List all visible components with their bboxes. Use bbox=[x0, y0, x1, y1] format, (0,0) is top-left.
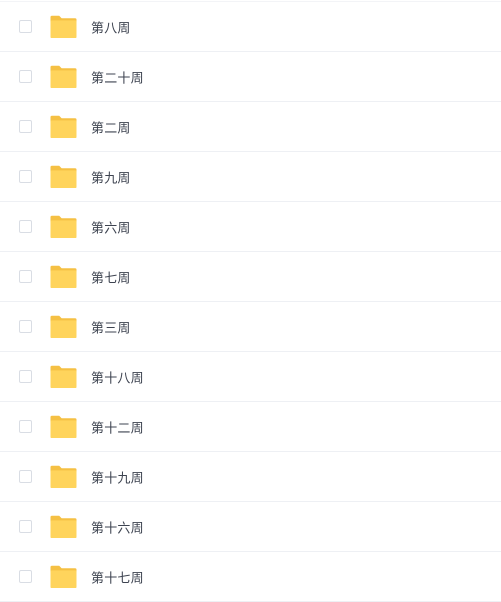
list-item[interactable]: 第七周 bbox=[0, 252, 501, 302]
row-checkbox[interactable] bbox=[19, 369, 32, 383]
row-checkbox[interactable] bbox=[19, 319, 32, 333]
list-item[interactable]: 第三周 bbox=[0, 302, 501, 352]
folder-icon bbox=[50, 165, 77, 188]
file-list: 第八周 第二十周 第二周 第九周 第六周 第七周 第三周 第十八周 第十二周 第… bbox=[0, 1, 501, 602]
folder-name[interactable]: 第十九周 bbox=[91, 467, 144, 486]
folder-icon bbox=[50, 365, 77, 388]
folder-name[interactable]: 第九周 bbox=[91, 167, 131, 186]
folder-icon bbox=[50, 465, 77, 488]
folder-name[interactable]: 第三周 bbox=[91, 317, 131, 336]
row-checkbox[interactable] bbox=[19, 519, 32, 533]
folder-name[interactable]: 第十六周 bbox=[91, 517, 144, 536]
folder-icon bbox=[50, 565, 77, 588]
folder-name[interactable]: 第二周 bbox=[91, 117, 131, 136]
folder-icon bbox=[50, 115, 77, 138]
row-checkbox[interactable] bbox=[19, 469, 32, 483]
list-item[interactable]: 第九周 bbox=[0, 152, 501, 202]
row-checkbox[interactable] bbox=[19, 169, 32, 183]
list-item[interactable]: 第八周 bbox=[0, 1, 501, 52]
row-checkbox[interactable] bbox=[19, 69, 32, 83]
folder-name[interactable]: 第八周 bbox=[91, 17, 131, 36]
folder-name[interactable]: 第七周 bbox=[91, 267, 131, 286]
list-item[interactable]: 第二十周 bbox=[0, 52, 501, 102]
folder-icon bbox=[50, 315, 77, 338]
list-item[interactable]: 第十六周 bbox=[0, 502, 501, 552]
row-checkbox[interactable] bbox=[19, 569, 32, 583]
list-item[interactable]: 第六周 bbox=[0, 202, 501, 252]
folder-icon bbox=[50, 415, 77, 438]
folder-icon bbox=[50, 215, 77, 238]
row-checkbox[interactable] bbox=[19, 19, 32, 33]
folder-icon bbox=[50, 15, 77, 38]
row-checkbox[interactable] bbox=[19, 269, 32, 283]
folder-icon bbox=[50, 265, 77, 288]
list-item[interactable]: 第十九周 bbox=[0, 452, 501, 502]
list-item[interactable]: 第十八周 bbox=[0, 352, 501, 402]
folder-name[interactable]: 第六周 bbox=[91, 217, 131, 236]
folder-name[interactable]: 第十二周 bbox=[91, 417, 144, 436]
list-item[interactable]: 第二周 bbox=[0, 102, 501, 152]
folder-name[interactable]: 第二十周 bbox=[91, 67, 144, 86]
folder-icon bbox=[50, 65, 77, 88]
folder-icon bbox=[50, 515, 77, 538]
folder-name[interactable]: 第十七周 bbox=[91, 567, 144, 586]
folder-name[interactable]: 第十八周 bbox=[91, 367, 144, 386]
row-checkbox[interactable] bbox=[19, 419, 32, 433]
list-item[interactable]: 第十二周 bbox=[0, 402, 501, 452]
row-checkbox[interactable] bbox=[19, 219, 32, 233]
row-checkbox[interactable] bbox=[19, 119, 32, 133]
